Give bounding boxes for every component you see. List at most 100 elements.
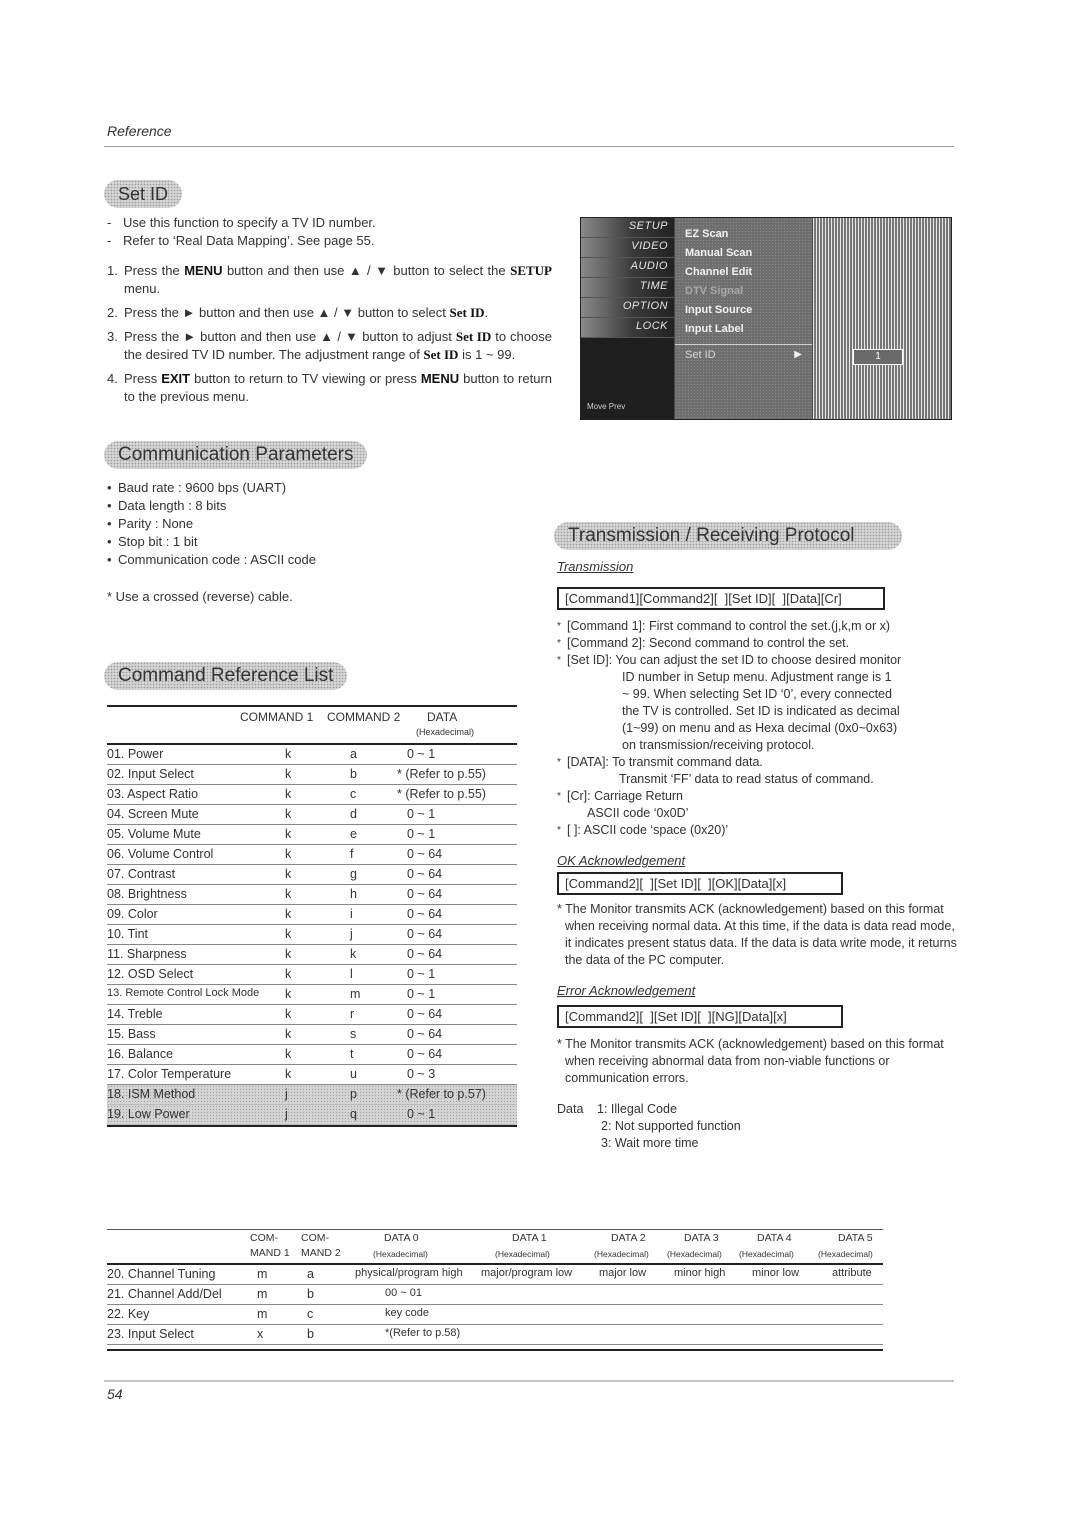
- command-1-value: k: [285, 747, 292, 761]
- d0-value: 00 ~ 01: [385, 1287, 423, 1299]
- table-row: 10. Tint k j 0 ~ 64: [107, 925, 517, 945]
- data-range: 0 ~ 1: [407, 807, 436, 821]
- command-2-value: r: [350, 1007, 355, 1021]
- d2-value: major low: [599, 1267, 647, 1279]
- data-range: 0 ~ 1: [407, 1107, 436, 1121]
- command-2-value: i: [350, 907, 353, 921]
- extended-command-table: COM- MAND 1 COM- MAND 2 DATA 0 (Hexadeci…: [107, 1229, 883, 1351]
- error-data-codes: Data 1: Illegal Code 2: Not supported fu…: [557, 1101, 957, 1152]
- command-name: 16. Balance: [107, 1047, 174, 1061]
- table-row: 04. Screen Mute k d 0 ~ 1: [107, 805, 517, 825]
- table-row: 03. Aspect Ratio k c * (Refer to p.55): [107, 785, 517, 805]
- step-item: 3. Press the ► button and then use ▲ / ▼ …: [107, 329, 552, 362]
- tv-tab-lock: LOCK: [581, 318, 674, 338]
- command-2-value: p: [350, 1087, 357, 1101]
- command-2-value: c: [350, 787, 357, 801]
- note-line: ID number in Setup menu. Adjustment rang…: [622, 670, 892, 684]
- data-range: * (Refer to p.57): [397, 1087, 486, 1101]
- command-2-value: l: [350, 967, 353, 981]
- tv-menu-value-pane: 1: [813, 218, 951, 419]
- set-id-section: Use this function to specify a TV ID num…: [107, 214, 552, 412]
- command-2-value: u: [350, 1067, 357, 1081]
- ext-col-c2-top: COM-: [301, 1232, 329, 1244]
- command-2-value: m: [350, 987, 361, 1001]
- command-name: 21. Channel Add/Del: [107, 1287, 222, 1301]
- data-range: 0 ~ 3: [407, 1067, 436, 1081]
- command-2-value: g: [350, 867, 357, 881]
- c1-value: m: [257, 1267, 268, 1281]
- d3-value: minor high: [674, 1267, 726, 1279]
- command-1-value: k: [285, 867, 292, 881]
- d1-value: major/program low: [481, 1267, 573, 1279]
- command-name: 22. Key: [107, 1307, 150, 1321]
- table-row: 05. Volume Mute k e 0 ~ 1: [107, 825, 517, 845]
- transmission-format: [Command1][Command2][ ][Set ID][ ][Data]…: [557, 587, 885, 610]
- command-name: 10. Tint: [107, 927, 148, 941]
- command-1-value: k: [285, 1027, 292, 1041]
- data-code: 2: Not supported function: [601, 1119, 741, 1133]
- data-range: 0 ~ 64: [407, 1007, 443, 1021]
- command-2-value: s: [350, 1027, 357, 1041]
- protocol-notes: [Command 1]: First command to control th…: [557, 618, 957, 839]
- table-row: 06. Volume Control k f 0 ~ 64: [107, 845, 517, 865]
- tv-tab-audio: AUDIO: [581, 258, 674, 278]
- command-name: 19. Low Power: [107, 1107, 190, 1121]
- data-codes-label: Data: [557, 1102, 584, 1116]
- step-item: 4. Press EXIT button to return to TV view…: [107, 371, 553, 404]
- table-row: 16. Balance k t 0 ~ 64: [107, 1045, 517, 1065]
- c1-value: m: [257, 1307, 268, 1321]
- ok-ack-format: [Command2][ ][Set ID][ ][OK][Data][x]: [557, 872, 843, 895]
- table-row: 18. ISM Method j p * (Refer to p.57): [107, 1085, 517, 1105]
- transmission-label: Transmission: [557, 559, 634, 574]
- ext-col-d2-top: DATA 2: [611, 1232, 646, 1244]
- command-name: 07. Contrast: [107, 867, 176, 881]
- footer-divider: [104, 1380, 954, 1382]
- data-code: 3: Wait more time: [601, 1136, 699, 1150]
- command-2-value: t: [350, 1047, 354, 1061]
- param-item: Communication code : ASCII code: [107, 551, 507, 569]
- step-item: 1. Press the MENU button and then use ▲ /…: [107, 263, 552, 296]
- command-2-value: j: [350, 927, 353, 941]
- command-1-value: k: [285, 927, 292, 941]
- command-1-value: k: [285, 1067, 292, 1081]
- d0-value: physical/program high: [355, 1267, 463, 1279]
- note-line: Transmit ‘FF’ data to read status of com…: [619, 772, 874, 786]
- tv-tab-setup: SETUP: [581, 218, 674, 238]
- comm-params-heading: Communication Parameters: [104, 441, 368, 469]
- data-range: 0 ~ 64: [407, 927, 443, 941]
- table-body: 01. Power k a 0 ~ 1 02. Input Select k b * (Ref…: [107, 745, 517, 1125]
- ext-col-d3-top: DATA 3: [684, 1232, 719, 1244]
- ext-col-c2-bottom: MAND 2: [301, 1247, 341, 1259]
- tv-item-manual-scan: Manual Scan: [685, 247, 753, 259]
- set-id-value-box: 1: [853, 349, 903, 365]
- table-row: 09. Color k i 0 ~ 64: [107, 905, 517, 925]
- table-row: 17. Color Temperature k u 0 ~ 3: [107, 1065, 517, 1085]
- command-name: 08. Brightness: [107, 887, 187, 901]
- table-row: 12. OSD Select k l 0 ~ 1: [107, 965, 517, 985]
- ext-col-d5-top: DATA 5: [838, 1232, 873, 1244]
- table-row: 08. Brightness k h 0 ~ 64: [107, 885, 517, 905]
- col-command-2: COMMAND 2: [327, 710, 401, 724]
- d4-value: minor low: [752, 1267, 800, 1279]
- command-1-value: k: [285, 807, 292, 821]
- ext-col-d3-bottom: (Hexadecimal): [667, 1249, 722, 1259]
- table-bottom-rule: [107, 1125, 517, 1127]
- command-1-value: k: [285, 907, 292, 921]
- note-line: the TV is controlled. Set ID is indicate…: [622, 704, 900, 718]
- error-ack-label: Error Acknowledgement: [557, 983, 696, 998]
- table-row: 13. Remote Control Lock Mode k m 0 ~ 1: [107, 985, 517, 1005]
- command-1-value: j: [285, 1087, 288, 1101]
- command-name: 05. Volume Mute: [107, 827, 201, 841]
- command-name: 02. Input Select: [107, 767, 194, 781]
- ext-table-row: 20. Channel Tuning m a physical/program hig…: [107, 1265, 883, 1285]
- col-data-sub: (Hexadecimal): [416, 727, 475, 737]
- tv-tab-video: VIDEO: [581, 238, 674, 258]
- error-ack-note: * The Monitor transmits ACK (acknowledge…: [557, 1037, 944, 1085]
- tv-menu-divider: [675, 344, 812, 345]
- col-command-1: COMMAND 1: [240, 710, 314, 724]
- command-name: 01. Power: [107, 747, 164, 761]
- ok-ack-note: * The Monitor transmits ACK (acknowledge…: [557, 902, 957, 967]
- data-range: 0 ~ 1: [407, 987, 436, 1001]
- set-id-intro: Use this function to specify a TV ID num…: [107, 214, 552, 250]
- command-name: 03. Aspect Ratio: [107, 787, 199, 801]
